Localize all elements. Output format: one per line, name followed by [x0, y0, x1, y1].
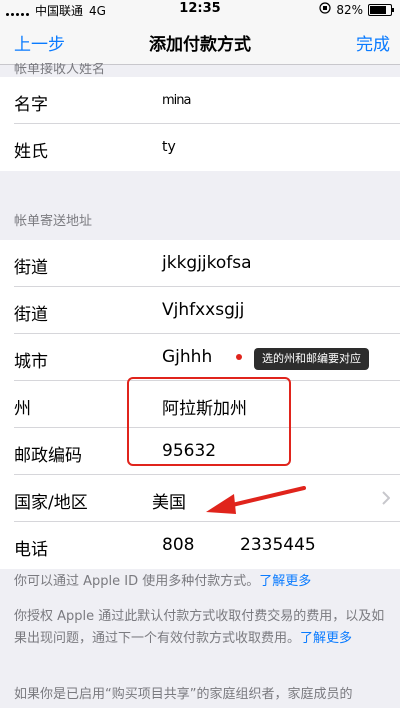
- page-title: 添加付款方式: [149, 35, 251, 55]
- annotation-dot: [236, 354, 242, 360]
- zip-label: 邮政编码: [14, 446, 82, 466]
- navigation-bar: 上一步 添加付款方式 完成: [0, 20, 400, 65]
- phone-label: 电话: [14, 540, 48, 560]
- learn-more-link-1[interactable]: 了解更多: [259, 574, 311, 589]
- state-label: 州: [14, 399, 31, 419]
- street1-row[interactable]: 街道 jkkgjjkofsa: [0, 240, 400, 287]
- annotation-arrow-icon: [200, 480, 310, 524]
- annotation-tooltip: 选的州和邮编要对应: [254, 348, 369, 370]
- city-value[interactable]: Gjhhh: [162, 347, 212, 367]
- phone-number[interactable]: 2335445: [240, 535, 316, 555]
- street2-label: 街道: [14, 305, 48, 325]
- battery-icon: [368, 3, 394, 16]
- last-name-value[interactable]: ty: [162, 139, 176, 155]
- done-button[interactable]: 完成: [356, 30, 390, 55]
- chevron-right-icon: [382, 490, 391, 509]
- battery-percent: 82%: [336, 2, 363, 17]
- orientation-lock-icon: [319, 2, 331, 17]
- street1-label: 街道: [14, 258, 48, 278]
- annotation-highlight-box: [127, 377, 291, 466]
- billing-name-group: 名字 mina 姓氏 ty: [0, 77, 400, 171]
- footer-paragraph-1: 你可以通过 Apple ID 使用多种付款方式。了解更多: [14, 571, 389, 593]
- phone-row[interactable]: 电话 808 2335445: [0, 522, 400, 569]
- last-name-row[interactable]: 姓氏 ty: [0, 124, 400, 171]
- learn-more-link-2[interactable]: 了解更多: [300, 631, 352, 646]
- section-header-address: 帐单寄送地址: [14, 214, 93, 229]
- footer-paragraph-3: 如果你是已启用“购买项目共享”的家庭组织者，家庭成员的: [14, 687, 353, 702]
- country-label: 国家/地区: [14, 493, 88, 513]
- street2-value[interactable]: Vjhfxxsgjj: [162, 300, 244, 320]
- first-name-label: 名字: [14, 95, 48, 115]
- country-value: 美国: [152, 493, 186, 513]
- last-name-label: 姓氏: [14, 142, 48, 162]
- first-name-value[interactable]: mina: [162, 93, 192, 108]
- street2-row[interactable]: 街道 Vjhfxxsgjj: [0, 287, 400, 334]
- street1-value[interactable]: jkkgjjkofsa: [162, 253, 252, 273]
- phone-area-code[interactable]: 808: [162, 535, 194, 555]
- city-label: 城市: [14, 352, 48, 372]
- footer-paragraph-2: 你授权 Apple 通过此默认付款方式收取付费交易的费用，以及如果出现问题，通过…: [14, 606, 389, 650]
- footer-text-1: 你可以通过 Apple ID 使用多种付款方式。: [14, 574, 260, 589]
- first-name-row[interactable]: 名字 mina: [0, 77, 400, 124]
- status-bar: 中国联通 4G 12:35 82%: [0, 0, 400, 20]
